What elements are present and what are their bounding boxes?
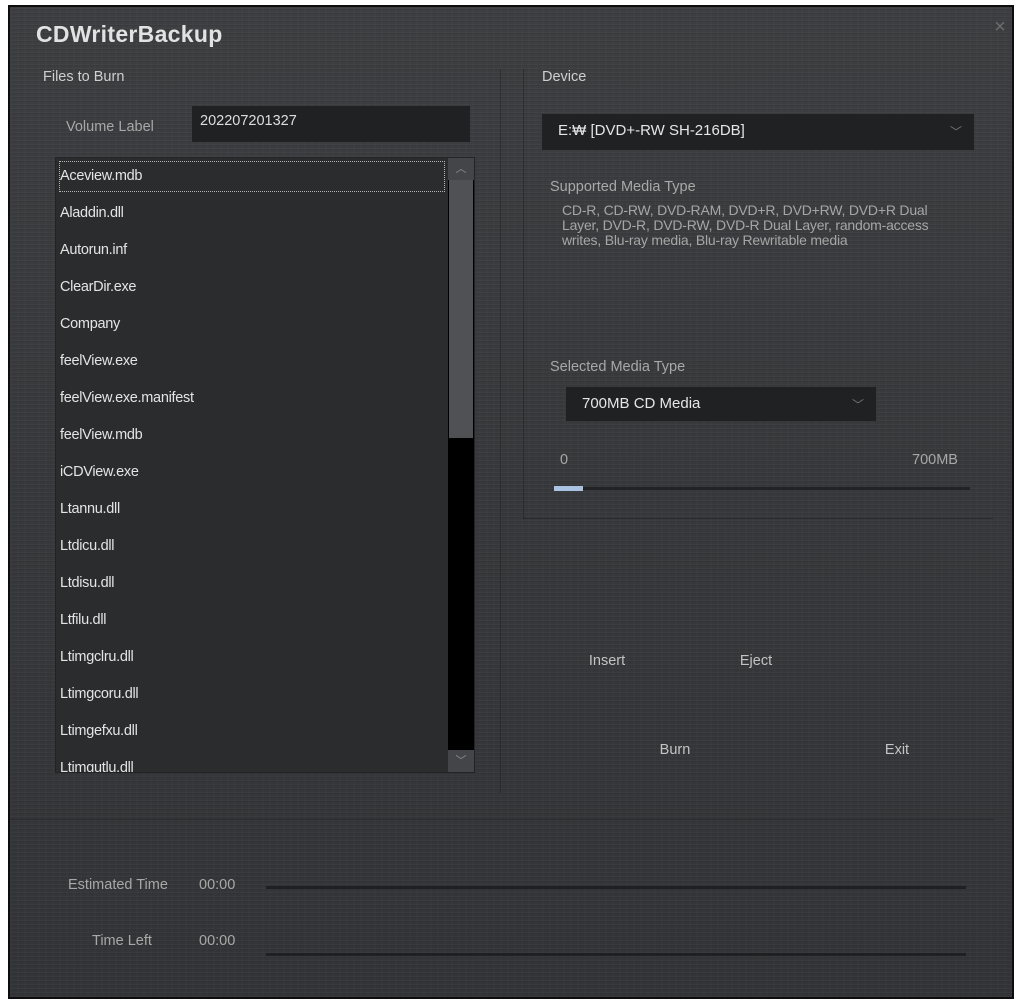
estimated-time-value: 00:00 (199, 877, 236, 893)
close-icon[interactable]: × (992, 17, 1008, 37)
files-section-label: Files to Burn (43, 69, 125, 85)
file-list-item[interactable]: Ltfilu.dll (56, 602, 448, 639)
scroll-up-icon[interactable]: ︿ (448, 158, 474, 180)
files-panel-divider (500, 69, 501, 793)
file-list-item[interactable]: Ltdisu.dll (56, 565, 448, 602)
capacity-min-label: 0 (560, 452, 569, 468)
app-window: CDWriterBackup × Files to Burn Volume La… (8, 5, 1014, 999)
file-list-item[interactable]: Ltimgefxu.dll (56, 713, 448, 750)
scroll-thumb[interactable] (449, 180, 473, 438)
file-list-item[interactable]: Aceview.mdb (56, 158, 448, 195)
device-select-value: E:₩ [DVD+-RW SH-216DB] (558, 122, 745, 139)
capacity-max-label: 700MB (912, 452, 958, 468)
chevron-down-icon: ﹀ (852, 398, 865, 412)
exit-button[interactable]: Exit (862, 736, 932, 764)
file-list-item[interactable]: feelView.exe.manifest (56, 380, 448, 417)
file-list-item[interactable]: Ltannu.dll (56, 491, 448, 528)
time-left-bar (266, 953, 966, 956)
supported-media-label: Supported Media Type (550, 179, 696, 195)
volume-label: Volume Label (66, 119, 154, 135)
file-list-item[interactable]: ClearDir.exe (56, 269, 448, 306)
file-list-item[interactable]: feelView.exe (56, 343, 448, 380)
capacity-bar-track (554, 487, 970, 490)
file-list-item[interactable]: iCDView.exe (56, 454, 448, 491)
estimated-time-label: Estimated Time (68, 877, 168, 893)
device-select[interactable]: E:₩ [DVD+-RW SH-216DB] ﹀ (542, 114, 974, 150)
media-type-select[interactable]: 700MB CD Media ﹀ (566, 387, 876, 421)
file-list-item[interactable]: Company (56, 306, 448, 343)
file-list-item[interactable]: Ltdicu.dll (56, 528, 448, 565)
eject-button[interactable]: Eject (716, 647, 796, 675)
capacity-bar-fill (554, 486, 583, 491)
time-left-label: Time Left (92, 933, 152, 949)
file-list-item[interactable]: Autorun.inf (56, 232, 448, 269)
progress-divider (10, 819, 994, 820)
file-list-items: Aceview.mdb Aladdin.dll Autorun.inf ClearDi… (56, 158, 448, 772)
selected-media-label: Selected Media Type (550, 359, 686, 375)
device-panel-left-border (523, 69, 524, 519)
file-list-item[interactable]: Aladdin.dll (56, 195, 448, 232)
file-list[interactable]: Aceview.mdb Aladdin.dll Autorun.inf ClearDi… (55, 157, 475, 773)
estimated-time-bar (266, 886, 966, 889)
volume-label-input[interactable]: 202207201327 (192, 106, 470, 142)
scroll-down-icon[interactable]: ﹀ (448, 750, 474, 772)
media-type-value: 700MB CD Media (582, 395, 701, 412)
device-panel-bottom-border (523, 518, 993, 519)
supported-media-text: CD-R, CD-RW, DVD-RAM, DVD+R, DVD+RW, DVD… (562, 202, 929, 248)
window-title: CDWriterBackup (36, 21, 223, 47)
device-section-label: Device (542, 69, 587, 85)
file-list-item[interactable]: Ltimgutlu.dll (56, 750, 448, 772)
chevron-down-icon: ﹀ (950, 125, 963, 139)
time-left-value: 00:00 (199, 933, 236, 949)
file-list-item[interactable]: feelView.mdb (56, 417, 448, 454)
insert-button[interactable]: Insert (567, 647, 647, 675)
file-list-scrollbar[interactable]: ︿ ﹀ (448, 158, 474, 772)
file-list-item[interactable]: Ltimgclru.dll (56, 639, 448, 676)
file-list-item[interactable]: Ltimgcoru.dll (56, 676, 448, 713)
burn-button[interactable]: Burn (635, 736, 715, 764)
